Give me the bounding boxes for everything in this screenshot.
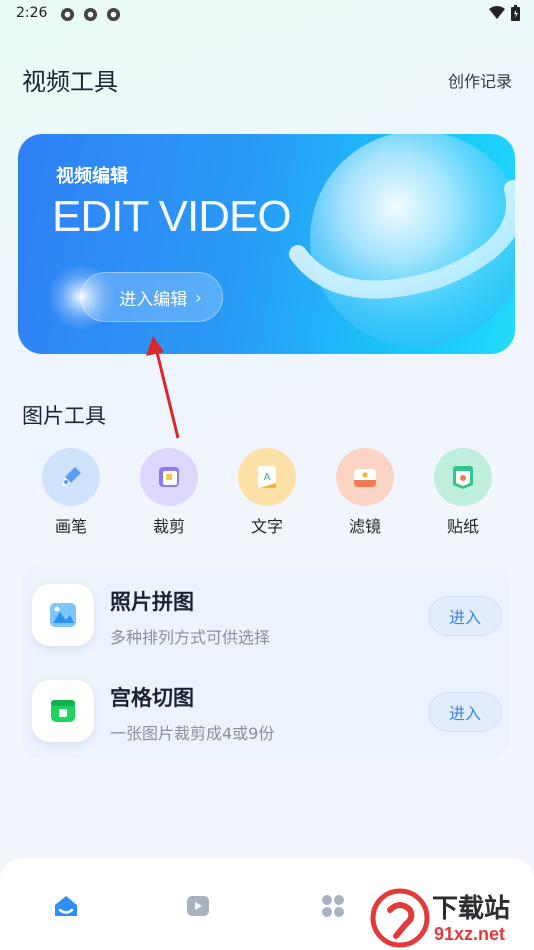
sticker-icon xyxy=(434,448,492,506)
tool-label: 画笔 xyxy=(54,517,87,536)
card-grid-cut[interactable]: 宫格切图 一张图片裁剪成4或9份 进入 xyxy=(22,662,510,758)
watermark-title: 下载站 xyxy=(432,894,511,924)
crop-icon xyxy=(140,448,198,506)
tool-sticker[interactable]: 贴纸 xyxy=(423,448,503,537)
notification-icon xyxy=(106,7,121,22)
watermark-logo-icon xyxy=(370,888,430,948)
tool-label: 裁剪 xyxy=(152,517,185,536)
filter-icon xyxy=(336,448,394,506)
tool-filter[interactable]: 滤镜 xyxy=(325,448,405,537)
status-time: 2:26 xyxy=(16,5,48,21)
banner-title: EDIT VIDEO xyxy=(52,192,292,241)
video-icon xyxy=(187,896,209,916)
creation-history-link[interactable]: 创作记录 xyxy=(448,68,512,92)
grid-cut-icon xyxy=(32,680,94,742)
planet-illustration xyxy=(289,134,515,347)
tool-label: 贴纸 xyxy=(446,517,479,536)
banner-subtitle: 视频编辑 xyxy=(56,166,128,187)
card-description: 一张图片裁剪成4或9份 xyxy=(110,724,275,743)
feature-card-list: 照片拼图 多种排列方式可供选择 进入 宫格切图 一张图片裁剪成4或9份 进入 xyxy=(22,566,510,758)
card-photo-collage[interactable]: 照片拼图 多种排列方式可供选择 进入 xyxy=(22,566,510,662)
site-watermark: 下载站 91xz.net xyxy=(362,886,534,950)
tool-crop[interactable]: 裁剪 xyxy=(129,448,209,537)
card-title: 宫格切图 xyxy=(110,686,194,710)
enter-edit-label: 进入编辑 xyxy=(119,289,188,310)
home-icon xyxy=(55,896,77,916)
card-description: 多种排列方式可供选择 xyxy=(110,628,271,647)
tool-label: 文字 xyxy=(250,517,283,536)
edit-video-banner[interactable]: 视频编辑 EDIT VIDEO 进入编辑 › xyxy=(18,134,515,354)
tool-text[interactable]: A 文字 xyxy=(227,448,307,537)
status-indicators xyxy=(489,5,520,21)
notification-icon xyxy=(83,7,98,22)
card-title: 照片拼图 xyxy=(110,590,194,614)
watermark-url: 91xz.net xyxy=(434,924,506,944)
image-tools-grid: 画笔 裁剪 A 文字 滤镜 贴纸 xyxy=(0,448,534,544)
pen-icon xyxy=(42,448,100,506)
chevron-right-icon: › xyxy=(195,287,202,307)
notification-icon xyxy=(60,7,75,22)
page-title: 视频工具 xyxy=(22,68,118,96)
image-tools-title: 图片工具 xyxy=(22,404,106,428)
enter-collage-button[interactable]: 进入 xyxy=(428,596,502,636)
nav-video[interactable] xyxy=(178,888,218,924)
tool-pen[interactable]: 画笔 xyxy=(31,448,111,537)
apps-icon xyxy=(322,895,344,917)
svg-text:A: A xyxy=(264,472,271,483)
enter-grid-cut-button[interactable]: 进入 xyxy=(428,692,502,732)
nav-apps[interactable] xyxy=(313,888,353,924)
status-bar: 2:26 xyxy=(0,0,534,28)
text-icon: A xyxy=(238,448,296,506)
enter-edit-button[interactable]: 进入编辑 › xyxy=(80,272,223,322)
tool-label: 滤镜 xyxy=(348,517,381,536)
collage-icon xyxy=(32,584,94,646)
battery-icon xyxy=(511,5,520,21)
wifi-icon xyxy=(489,6,505,19)
nav-home[interactable] xyxy=(46,888,86,924)
